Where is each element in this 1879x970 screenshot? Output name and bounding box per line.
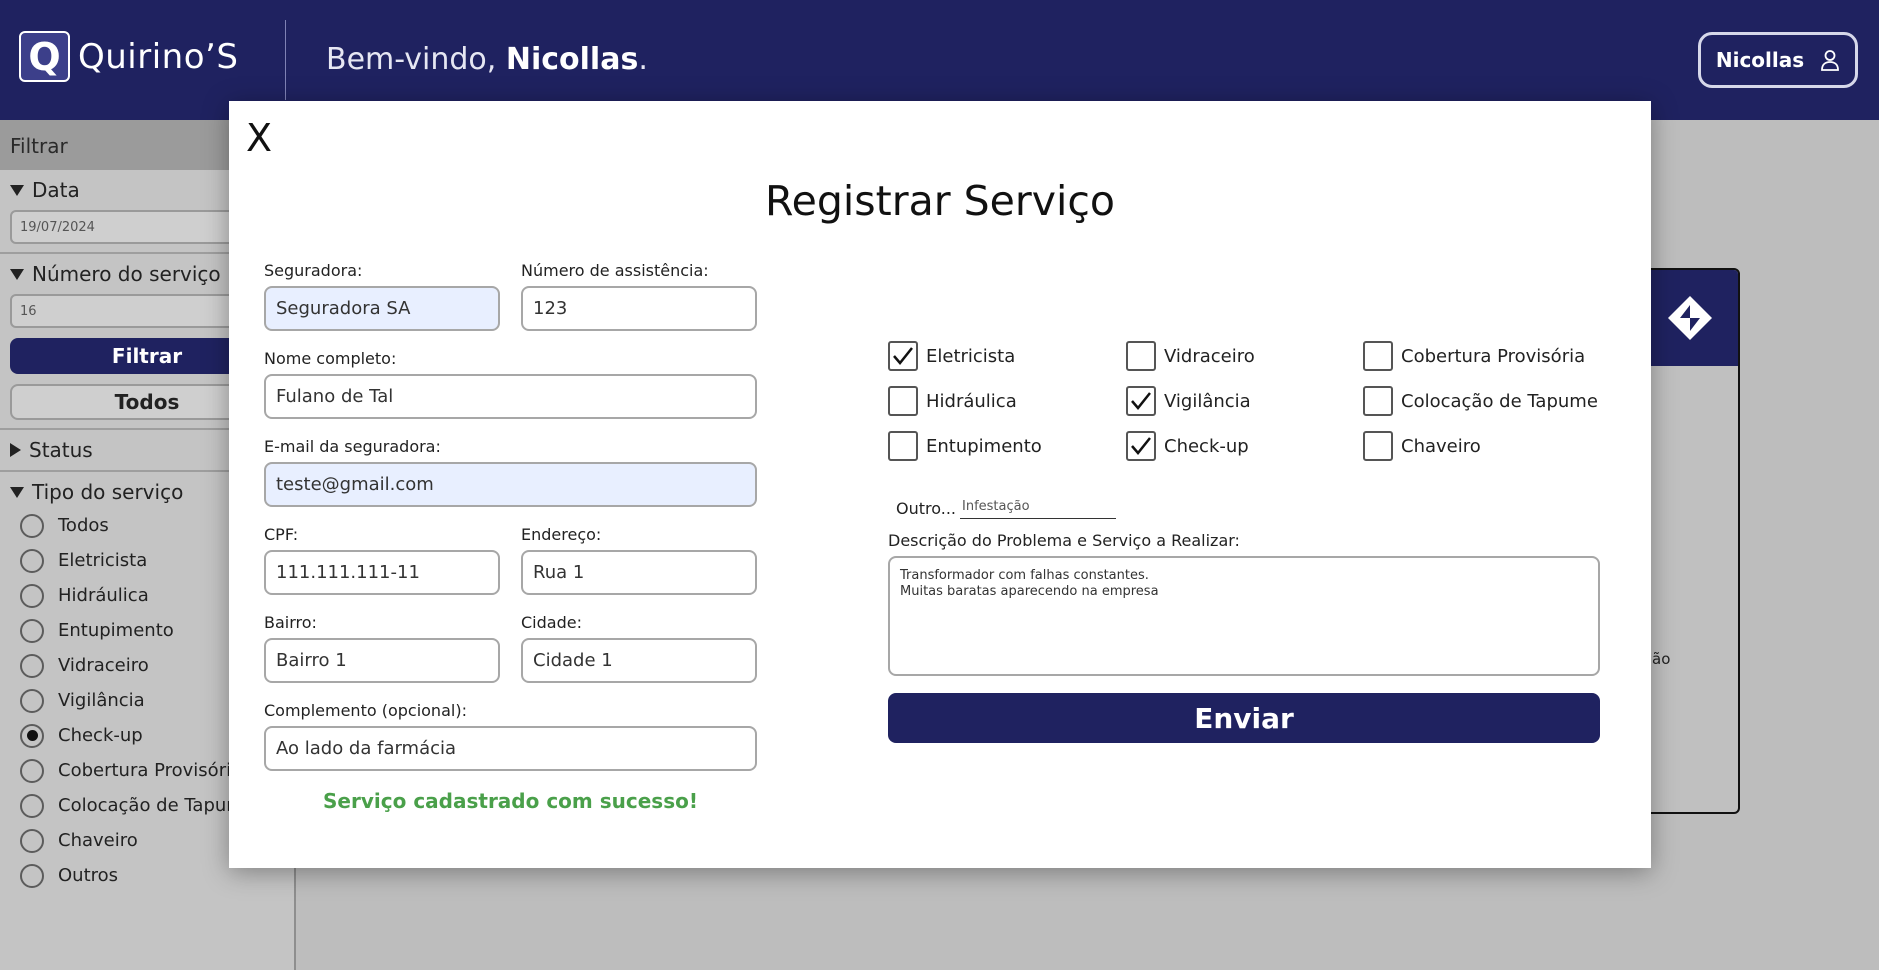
service-checkbox-item[interactable]: Vidraceiro — [1126, 341, 1255, 371]
cpf-label: CPF: — [264, 525, 299, 544]
radio-label: Eletricista — [58, 550, 148, 571]
send-button[interactable]: Enviar — [888, 693, 1600, 743]
radio-button[interactable] — [20, 618, 44, 643]
full-name-input[interactable]: Fulano de Tal — [264, 374, 757, 419]
radio-button[interactable] — [20, 758, 44, 783]
insurer-label: Seguradora: — [264, 261, 363, 280]
radio-label: Check-up — [58, 725, 143, 746]
complement-label: Complemento (opcional): — [264, 701, 467, 720]
insurer-input[interactable]: Seguradora SA — [264, 286, 500, 331]
brand-name: Quirino’S — [78, 36, 239, 77]
radio-button[interactable] — [20, 548, 44, 573]
insurer-email-input[interactable]: teste@gmail.com — [264, 462, 757, 507]
radio-label: Cobertura Provisória — [58, 760, 243, 781]
service-checkbox-label: Vigilância — [1164, 390, 1251, 412]
service-checkbox[interactable] — [1363, 431, 1393, 461]
radio-button[interactable] — [20, 828, 44, 853]
radio-label: Vidraceiro — [58, 655, 149, 676]
service-checkbox[interactable] — [888, 386, 918, 416]
success-message: Serviço cadastrado com sucesso! — [323, 789, 698, 813]
service-checkbox-label: Vidraceiro — [1164, 345, 1255, 367]
radio-button[interactable] — [20, 688, 44, 713]
assist-number-input[interactable]: 123 — [521, 286, 757, 331]
modal-title: Registrar Serviço — [765, 177, 1115, 225]
service-checkbox-label: Colocação de Tapume — [1401, 390, 1598, 412]
service-checkbox-item[interactable]: Check-up — [1126, 431, 1249, 461]
other-label: Outro... — [896, 499, 956, 518]
neighborhood-label: Bairro: — [264, 613, 317, 632]
address-input[interactable]: Rua 1 — [521, 550, 757, 595]
cpf-input[interactable]: 111.111.111-11 — [264, 550, 500, 595]
full-name-label: Nome completo: — [264, 349, 397, 368]
address-label: Endereço: — [521, 525, 602, 544]
radio-label: Vigilância — [58, 690, 145, 711]
service-checkbox-item[interactable]: Hidráulica — [888, 386, 1017, 416]
description-label: Descrição do Problema e Serviço a Realiz… — [888, 531, 1240, 550]
radio-label: Todos — [58, 515, 109, 536]
service-checkbox-label: Eletricista — [926, 345, 1016, 367]
service-checkbox[interactable] — [1363, 386, 1393, 416]
radio-button[interactable] — [20, 653, 44, 678]
assist-number-label: Número de assistência: — [521, 261, 709, 280]
radio-button[interactable] — [20, 583, 44, 608]
service-card: ão — [1640, 268, 1740, 814]
complement-input[interactable]: Ao lado da farmácia — [264, 726, 757, 771]
description-textarea[interactable]: Transformador com falhas constantes. Mui… — [888, 556, 1600, 676]
service-checkbox-label: Hidráulica — [926, 390, 1017, 412]
other-input[interactable]: Infestação — [960, 497, 1116, 519]
welcome-message: Bem-vindo, Nicollas. — [326, 42, 648, 77]
user-icon — [1821, 50, 1840, 71]
service-checkbox-item[interactable]: Cobertura Provisória — [1363, 341, 1585, 371]
card-partial-text: ão — [1652, 650, 1671, 668]
service-checkbox[interactable] — [888, 341, 918, 371]
register-service-modal: X Registrar Serviço Seguradora: Segurado… — [229, 101, 1651, 868]
service-checkbox-label: Cobertura Provisória — [1401, 345, 1586, 367]
triangle-down-icon — [10, 268, 24, 280]
radio-button[interactable] — [20, 863, 44, 888]
service-checkbox[interactable] — [1126, 386, 1156, 416]
triangle-right-icon — [10, 443, 21, 457]
close-icon[interactable]: X — [246, 119, 272, 157]
triangle-down-icon — [10, 184, 24, 196]
service-checkbox-label: Check-up — [1164, 435, 1249, 457]
service-checkbox-item[interactable]: Chaveiro — [1363, 431, 1481, 461]
radio-label: Entupimento — [58, 620, 174, 641]
brand-diamond-icon — [1668, 296, 1712, 340]
radio-label: Outros — [58, 865, 119, 886]
logo-icon: Q — [19, 31, 70, 82]
user-menu-button[interactable]: Nicollas — [1698, 32, 1858, 88]
service-checkbox-label: Chaveiro — [1401, 435, 1481, 457]
checkmark-icon — [893, 347, 913, 365]
user-name: Nicollas — [1715, 48, 1805, 72]
radio-label: Colocação de Tapume — [58, 795, 255, 816]
service-checkbox[interactable] — [1126, 341, 1156, 371]
service-checkbox[interactable] — [1363, 341, 1393, 371]
header-divider — [285, 20, 286, 100]
card-header — [1642, 270, 1738, 366]
service-checkbox-item[interactable]: Eletricista — [888, 341, 1015, 371]
radio-button[interactable] — [20, 723, 44, 748]
radio-label: Hidráulica — [58, 585, 149, 606]
service-checkbox-item[interactable]: Colocação de Tapume — [1363, 386, 1598, 416]
city-input[interactable]: Cidade 1 — [521, 638, 757, 683]
service-checkbox[interactable] — [1126, 431, 1156, 461]
service-checkbox-item[interactable]: Entupimento — [888, 431, 1042, 461]
service-checkbox[interactable] — [888, 431, 918, 461]
neighborhood-input[interactable]: Bairro 1 — [264, 638, 500, 683]
radio-button[interactable] — [20, 793, 44, 818]
radio-label: Chaveiro — [58, 830, 138, 851]
service-checkbox-item[interactable]: Vigilância — [1126, 386, 1251, 416]
insurer-email-label: E-mail da seguradora: — [264, 437, 441, 456]
logo[interactable]: Q Quirino’S — [19, 31, 238, 82]
service-checkbox-label: Entupimento — [926, 435, 1042, 457]
radio-button[interactable] — [20, 513, 44, 538]
city-label: Cidade: — [521, 613, 582, 632]
checkmark-icon — [1131, 392, 1151, 410]
welcome-user-name: Nicollas — [505, 42, 639, 77]
checkmark-icon — [1131, 437, 1151, 455]
triangle-down-icon — [10, 486, 24, 498]
